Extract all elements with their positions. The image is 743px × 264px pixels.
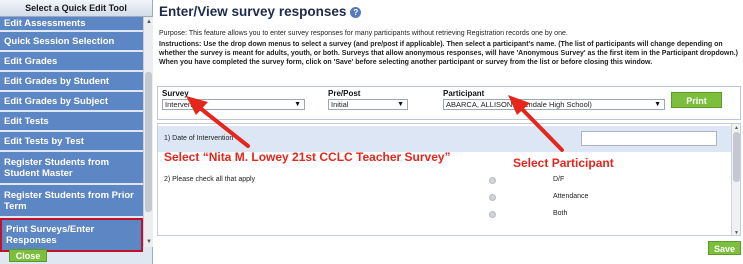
- prepost-dropdown[interactable]: Initial ▼: [328, 99, 408, 110]
- save-button[interactable]: Save: [708, 241, 741, 255]
- participant-dropdown-value: ABARCA, ALLISON (Glendale High School): [446, 100, 592, 109]
- option-attendance-label: Attendance: [553, 193, 589, 200]
- sidebar-item-register-from-prior-term[interactable]: Register Students from Prior Term: [0, 185, 143, 218]
- dropdown-arrow-icon: ▼: [397, 101, 404, 108]
- help-icon[interactable]: ?: [350, 6, 362, 18]
- print-button[interactable]: Print: [671, 92, 722, 108]
- sidebar-item-edit-grades[interactable]: Edit Grades: [0, 52, 143, 72]
- question-2-text: 2) Please check all that apply: [164, 176, 256, 183]
- scroll-down-icon[interactable]: ▼: [734, 230, 739, 235]
- sidebar-item-edit-grades-by-student[interactable]: Edit Grades by Student: [0, 72, 143, 92]
- participant-callout: Select Participant: [513, 156, 614, 170]
- selection-panel: Survey Interven ▼ Pre/Post Initial ▼ Par…: [157, 86, 741, 120]
- page-title: Enter/View survey responses?: [159, 4, 362, 19]
- dropdown-arrow-icon: ▼: [294, 101, 301, 108]
- scroll-up-icon[interactable]: ▲: [146, 19, 152, 25]
- page-title-text: Enter/View survey responses: [159, 4, 347, 19]
- option-both-label: Both: [553, 210, 568, 217]
- prepost-label: Pre/Post: [328, 89, 361, 98]
- survey-responses-panel: Enter/View survey responses? Purpose: Th…: [155, 0, 743, 264]
- close-button[interactable]: Close: [9, 249, 47, 262]
- sidebar-item-print-surveys[interactable]: Print Surveys/Enter Responses: [0, 218, 143, 252]
- participant-label: Participant: [443, 89, 485, 98]
- quick-edit-sidebar: Select a Quick Edit Tool Edit Assessment…: [0, 0, 153, 264]
- sidebar-item-quick-session-selection[interactable]: Quick Session Selection: [0, 32, 143, 52]
- scroll-down-icon[interactable]: ▼: [146, 239, 152, 245]
- instructions-text: Instructions: Use the drop down menus to…: [159, 41, 738, 66]
- survey-dropdown[interactable]: Interven ▼: [162, 99, 305, 110]
- survey-questions-panel: 1) Date of Intervention 2) Please check …: [157, 123, 741, 236]
- purpose-text: Purpose: This feature allows you to ente…: [159, 30, 568, 37]
- question-row: 1) Date of Intervention: [158, 126, 731, 152]
- sidebar-item-edit-assessments[interactable]: Edit Assessments: [0, 17, 143, 32]
- option-df-label: D/F: [553, 176, 565, 183]
- scroll-up-icon[interactable]: ▲: [734, 125, 739, 131]
- dropdown-arrow-icon: ▼: [654, 101, 661, 108]
- survey-dropdown-value: Interven: [165, 100, 193, 109]
- sidebar-title: Select a Quick Edit Tool: [0, 0, 152, 17]
- questions-scrollbar[interactable]: ▲ ▼: [731, 124, 740, 235]
- survey-callout: Select “Nita M. Lowey 21st CCLC Teacher …: [164, 150, 451, 164]
- radio-attendance[interactable]: [489, 194, 496, 201]
- radio-both[interactable]: [489, 211, 496, 218]
- sidebar-item-edit-tests-by-test[interactable]: Edit Tests by Test: [0, 132, 143, 152]
- sidebar-scrollbar[interactable]: ▲ ▼: [143, 17, 153, 247]
- sidebar-item-register-from-student-master[interactable]: Register Students from Student Master: [0, 152, 143, 185]
- radio-df[interactable]: [489, 177, 496, 184]
- questions-scroll-thumb[interactable]: [733, 132, 740, 182]
- question-1-text: 1) Date of Intervention: [164, 135, 234, 142]
- sidebar-item-edit-tests[interactable]: Edit Tests: [0, 112, 143, 132]
- sidebar-scroll-thumb[interactable]: [145, 72, 152, 212]
- date-of-intervention-input[interactable]: [581, 131, 717, 146]
- sidebar-list: Edit Assessments Quick Session Selection…: [0, 17, 143, 252]
- participant-dropdown[interactable]: ABARCA, ALLISON (Glendale High School) ▼: [443, 99, 665, 110]
- prepost-dropdown-value: Initial: [331, 100, 349, 109]
- survey-label: Survey: [162, 89, 189, 98]
- sidebar-item-edit-grades-by-subject[interactable]: Edit Grades by Subject: [0, 92, 143, 112]
